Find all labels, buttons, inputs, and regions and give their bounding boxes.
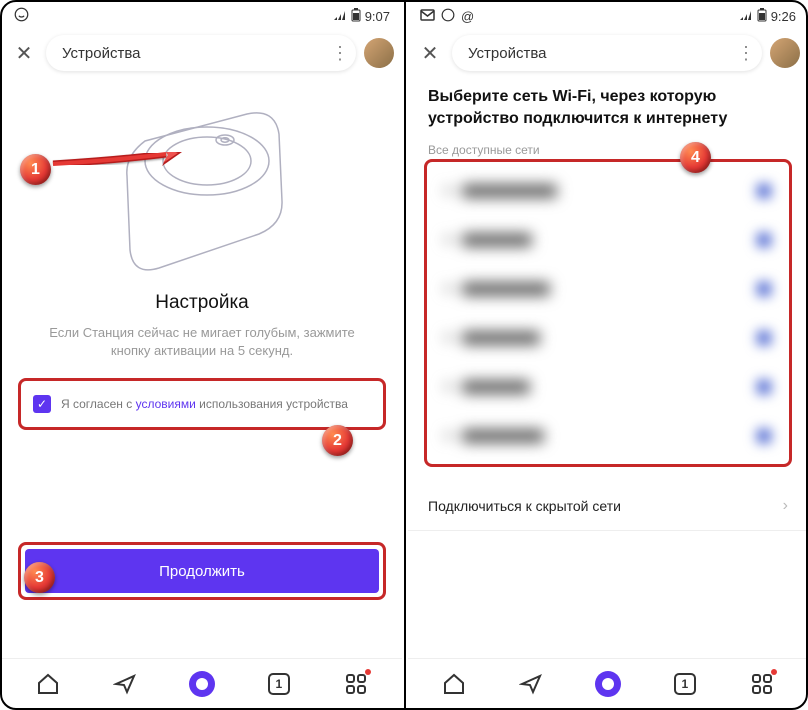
setup-instruction: Если Станция сейчас не мигает голубым, з… <box>18 324 386 360</box>
wifi-network-row[interactable] <box>427 362 789 411</box>
nav-alice-icon[interactable] <box>595 671 621 697</box>
hidden-network-label: Подключиться к скрытой сети <box>428 498 621 514</box>
setup-title: Настройка <box>18 292 386 314</box>
nav-home-icon[interactable] <box>35 671 61 697</box>
chevron-right-icon: › <box>783 497 788 515</box>
consent-text: Я согласен с условиями использования уст… <box>61 397 348 411</box>
mail-icon <box>420 9 435 24</box>
bottom-nav: 1 <box>2 658 402 708</box>
close-button[interactable]: ✕ <box>10 39 38 67</box>
nav-tabs-icon[interactable]: 1 <box>266 671 292 697</box>
header-title: Устройства <box>468 45 546 62</box>
continue-button[interactable]: Продолжить <box>25 549 379 593</box>
status-bar: @ 9:26 <box>408 2 808 30</box>
status-time: 9:07 <box>365 9 390 24</box>
annotation-arrow <box>48 152 188 202</box>
hidden-network-row[interactable]: Подключиться к скрытой сети › <box>408 481 808 531</box>
battery-icon <box>351 8 361 25</box>
nav-services-icon[interactable] <box>343 671 369 697</box>
wifi-title: Выберите сеть Wi-Fi, через которую устро… <box>428 86 788 129</box>
wifi-network-row[interactable] <box>427 264 789 313</box>
status-bar: 9:07 <box>2 2 402 30</box>
wifi-network-row[interactable] <box>427 411 789 460</box>
header-title: Устройства <box>62 45 140 62</box>
avatar[interactable] <box>770 38 800 68</box>
nav-send-icon[interactable] <box>518 671 544 697</box>
whatsapp-icon <box>14 7 29 25</box>
screen-wifi: @ 9:26 ✕ Устройства ⋮ Выберите сеть Wi-F… <box>408 2 808 708</box>
annotation-marker-4: 4 <box>680 142 711 173</box>
bottom-nav: 1 <box>408 658 808 708</box>
nav-tabs-icon[interactable]: 1 <box>672 671 698 697</box>
more-icon[interactable]: ⋮ <box>737 43 754 64</box>
nav-send-icon[interactable] <box>112 671 138 697</box>
more-icon[interactable]: ⋮ <box>331 43 348 64</box>
wifi-list <box>424 159 792 467</box>
signal-icon <box>739 9 753 24</box>
nav-home-icon[interactable] <box>441 671 467 697</box>
terms-link[interactable]: условиями <box>136 397 196 411</box>
status-time: 9:26 <box>771 9 796 24</box>
wifi-subtitle: Все доступные сети <box>428 143 788 157</box>
header-pill[interactable]: Устройства ⋮ <box>46 35 356 71</box>
consent-row[interactable]: ✓ Я согласен с условиями использования у… <box>18 378 386 430</box>
wifi-network-row[interactable] <box>427 215 789 264</box>
nav-services-icon[interactable] <box>749 671 775 697</box>
nav-alice-icon[interactable] <box>189 671 215 697</box>
screen-divider <box>404 0 406 710</box>
whatsapp-icon <box>441 8 455 25</box>
close-button[interactable]: ✕ <box>416 39 444 67</box>
app-header: ✕ Устройства ⋮ <box>2 30 402 76</box>
app-header: ✕ Устройства ⋮ <box>408 30 808 76</box>
wifi-network-row[interactable] <box>427 166 789 215</box>
annotation-marker-2: 2 <box>322 425 353 456</box>
header-pill[interactable]: Устройства ⋮ <box>452 35 762 71</box>
consent-checkbox[interactable]: ✓ <box>33 395 51 413</box>
continue-highlight: Продолжить <box>18 542 386 600</box>
wifi-network-row[interactable] <box>427 313 789 362</box>
annotation-marker-3: 3 <box>24 562 55 593</box>
screen-setup: 9:07 ✕ Устройства ⋮ Настройка Если Станц… <box>2 2 402 708</box>
at-icon: @ <box>461 9 474 24</box>
content-area: Выберите сеть Wi-Fi, через которую устро… <box>408 76 808 658</box>
signal-icon <box>333 9 347 24</box>
avatar[interactable] <box>364 38 394 68</box>
battery-icon <box>757 8 767 25</box>
annotation-marker-1: 1 <box>20 154 51 185</box>
